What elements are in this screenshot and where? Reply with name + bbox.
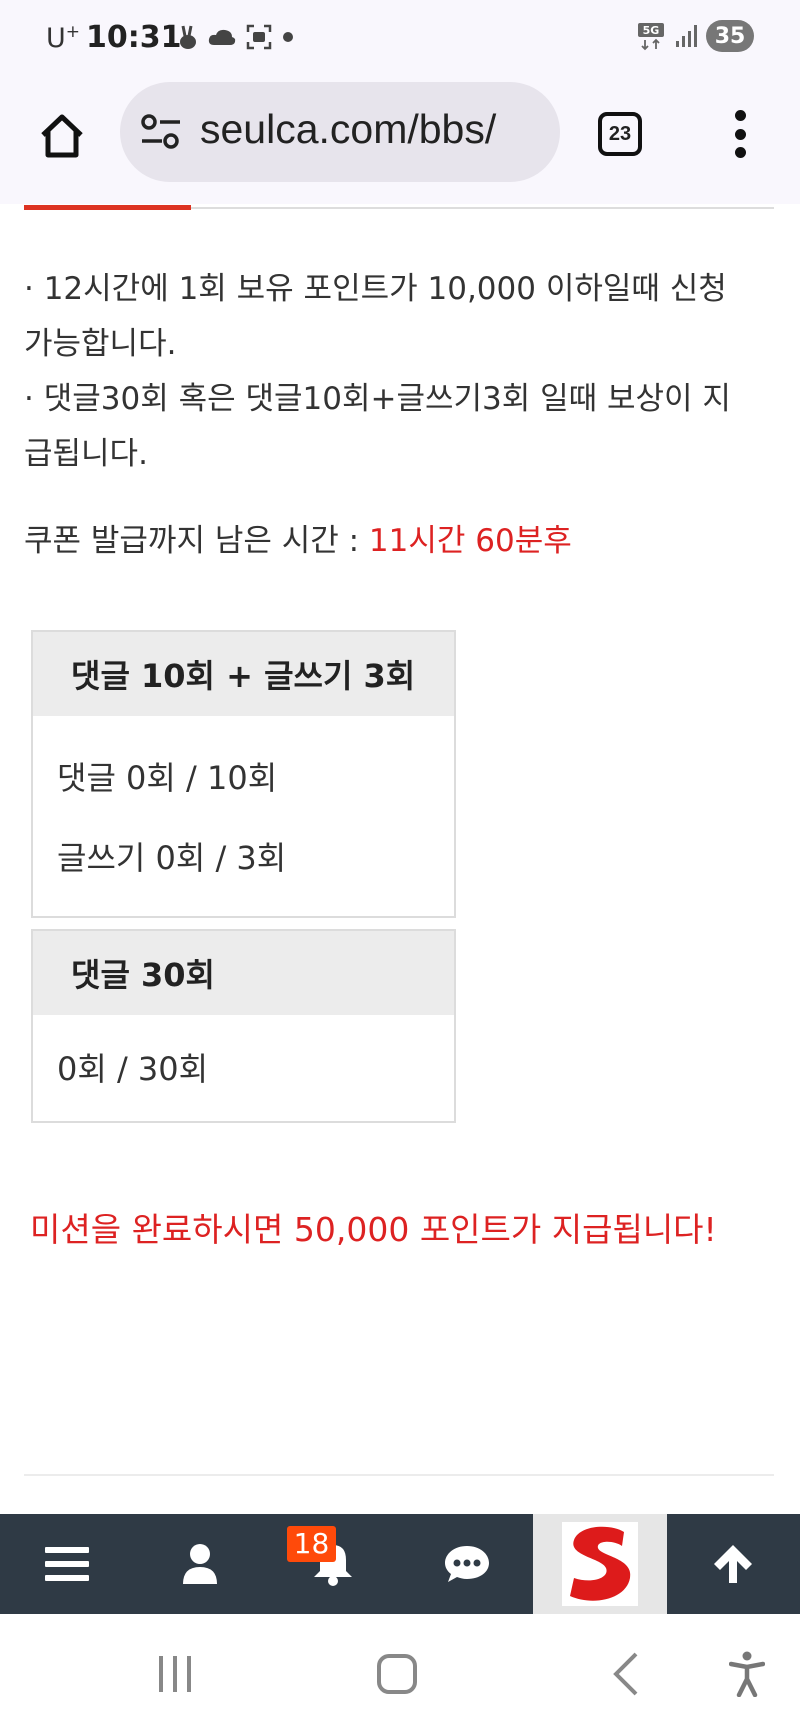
svg-text:5G: 5G xyxy=(643,24,660,37)
carrier-label: U+ xyxy=(46,22,81,54)
rule-line: 급됩니다. xyxy=(24,436,148,472)
signal-icon xyxy=(676,25,697,47)
mission-card-comment-30: 댓글 30회 0회 / 30회 xyxy=(31,929,456,1123)
status-bar: U+ 10:31 5G 35 xyxy=(0,0,800,76)
user-icon xyxy=(182,1544,217,1584)
coupon-countdown: 쿠폰 발급까지 남은 시간 : 11시간 60분후 xyxy=(24,515,776,560)
chat-icon xyxy=(444,1546,489,1582)
mission-description: · 12시간에 1회 보유 포인트가 10,000 이하일때 신청 가능합니다.… xyxy=(24,262,776,560)
browser-toolbar: seulca.com/bbs/ 23 xyxy=(0,76,800,204)
nav-notifications-button[interactable]: 18 xyxy=(267,1514,400,1614)
browser-menu-button[interactable] xyxy=(722,110,758,158)
home-button[interactable] xyxy=(30,104,94,168)
mission-title: 댓글 10회 + 글쓰기 3회 xyxy=(33,632,454,716)
post-progress: 글쓰기 0회 / 3회 xyxy=(57,839,287,877)
site-settings-icon[interactable] xyxy=(140,112,182,152)
home-square-icon xyxy=(377,1654,417,1694)
recent-apps-icon xyxy=(159,1656,191,1692)
nav-scroll-top-button[interactable] xyxy=(667,1514,800,1614)
menu-dot xyxy=(734,147,746,158)
dot-icon xyxy=(283,32,293,42)
rabbit-icon xyxy=(180,25,196,49)
footer-divider xyxy=(24,1474,774,1476)
comment-progress: 0회 / 30회 xyxy=(57,1050,209,1088)
notification-badge: 18 xyxy=(286,1526,337,1562)
menu-dot xyxy=(734,110,746,121)
screenshot-icon xyxy=(246,24,272,50)
rule-line: · 댓글30회 혹은 댓글10회+글쓰기3회 일때 보상이 지 xyxy=(24,381,731,417)
home-icon xyxy=(41,114,83,158)
tab-switcher-button[interactable]: 23 xyxy=(598,112,642,156)
mission-complete-message: 미션을 완료하시면 50,000 포인트가 지급됩니다! xyxy=(30,1210,717,1249)
comment-progress: 댓글 0회 / 10회 xyxy=(57,759,278,797)
arrow-up-icon xyxy=(714,1545,753,1583)
back-button[interactable] xyxy=(602,1644,648,1704)
back-chevron-icon xyxy=(613,1652,638,1696)
nav-site-logo-button[interactable] xyxy=(533,1514,667,1614)
mission-card-comment-post: 댓글 10회 + 글쓰기 3회 댓글 0회 / 10회 글쓰기 0회 / 3회 xyxy=(31,630,456,918)
rule-line: 가능합니다. xyxy=(24,326,177,362)
url-text: seulca.com/bbs/ xyxy=(200,106,497,152)
mission-body: 댓글 0회 / 10회 글쓰기 0회 / 3회 xyxy=(33,716,454,916)
nav-profile-button[interactable] xyxy=(133,1514,266,1614)
status-right-icons: 5G 35 xyxy=(636,20,754,52)
mission-body: 0회 / 30회 xyxy=(33,1015,454,1121)
rule-line: · 12시간에 1회 보유 포인트가 10,000 이하일때 신청 xyxy=(24,271,727,307)
countdown-value: 11시간 60분후 xyxy=(368,523,572,559)
accessibility-icon xyxy=(729,1651,765,1697)
site-bottom-nav: 18 xyxy=(0,1514,800,1614)
system-navigation-bar xyxy=(0,1614,800,1734)
nav-menu-button[interactable] xyxy=(0,1514,133,1614)
battery-indicator: 35 xyxy=(706,20,754,52)
status-time: 10:31 xyxy=(86,20,182,55)
network-5g-icon: 5G xyxy=(638,23,664,51)
status-notification-icons xyxy=(178,24,294,50)
countdown-label: 쿠폰 발급까지 남은 시간 : xyxy=(24,523,369,559)
cloud-icon xyxy=(208,29,236,45)
home-system-button[interactable] xyxy=(374,1644,420,1704)
recent-apps-button[interactable] xyxy=(152,1644,198,1704)
address-bar[interactable]: seulca.com/bbs/ xyxy=(120,82,560,182)
site-logo xyxy=(561,1522,638,1606)
menu-dot xyxy=(734,128,746,140)
nav-chat-button[interactable] xyxy=(400,1514,533,1614)
active-tab-indicator xyxy=(24,205,191,210)
mission-title: 댓글 30회 xyxy=(33,931,454,1015)
hamburger-menu-icon xyxy=(44,1547,89,1581)
accessibility-button[interactable] xyxy=(724,1644,770,1704)
